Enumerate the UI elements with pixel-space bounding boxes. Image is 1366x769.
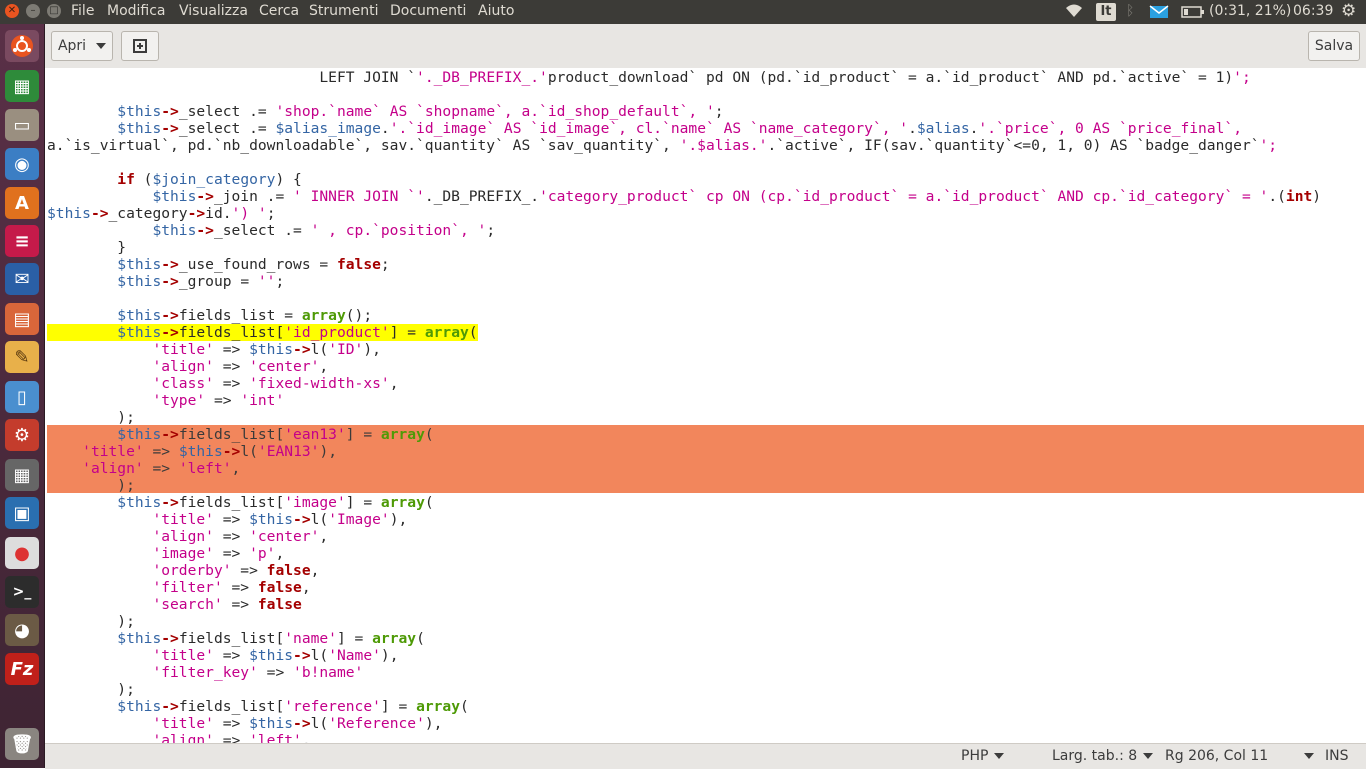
filezilla-icon[interactable]: Fz <box>5 653 39 685</box>
status-bar: PHP Larg. tab.: 8 Rg 206, Col 11 INS <box>45 743 1366 769</box>
code-line[interactable]: $this->fields_list = array(); <box>47 307 372 324</box>
code-editor[interactable]: LEFT JOIN `'._DB_PREFIX_.'product_downlo… <box>45 68 1366 743</box>
chrome-icon[interactable]: ● <box>5 537 39 569</box>
menu-documenti[interactable]: Documenti <box>390 3 466 19</box>
battery-status[interactable]: (0:31, 21%) <box>1209 3 1291 19</box>
code-line[interactable]: 'title' => $this->l('EAN13'), <box>47 443 337 460</box>
thunderbird-icon[interactable]: ✉ <box>5 263 39 295</box>
calculator-icon[interactable]: ▦ <box>5 459 39 491</box>
libreoffice-calc-icon[interactable]: ▦ <box>5 70 39 102</box>
open-button[interactable]: Apri <box>51 31 113 61</box>
system-settings-icon[interactable]: ⚙ <box>5 419 39 451</box>
menu-aiuto[interactable]: Aiuto <box>478 3 514 19</box>
code-line[interactable]: 'align' => 'center', <box>47 528 328 545</box>
code-line[interactable]: 'title' => $this->l('Reference'), <box>47 715 442 732</box>
code-line[interactable]: } <box>47 239 126 256</box>
language-selector[interactable]: PHP <box>961 748 1005 764</box>
save-button[interactable]: Salva <box>1308 31 1360 61</box>
code-line[interactable]: $this->_group = ''; <box>47 273 284 290</box>
code-line[interactable]: 'align' => 'left', <box>47 732 310 743</box>
code-line[interactable]: 'title' => $this->l('Image'), <box>47 511 407 528</box>
code-line[interactable]: ); <box>47 409 135 426</box>
chevron-down-icon <box>96 43 107 49</box>
keyboard-layout-indicator[interactable]: It <box>1096 3 1116 21</box>
code-line[interactable]: $this->fields_list['id_product'] = array… <box>47 324 478 341</box>
close-window-button[interactable]: ✕ <box>5 4 19 18</box>
code-line[interactable]: 'orderby' => false, <box>47 562 319 579</box>
code-line[interactable]: $this->fields_list['name'] = array( <box>47 630 425 647</box>
wifi-icon[interactable] <box>1064 3 1084 23</box>
language-label: PHP <box>961 748 989 764</box>
code-line[interactable]: $this->_select .= $alias_image.'.`id_ima… <box>47 120 1242 137</box>
code-line[interactable]: 'align' => 'center', <box>47 358 328 375</box>
code-line[interactable]: $this->fields_list['image'] = array( <box>47 494 433 511</box>
code-line[interactable]: 'filter_key' => 'b!name' <box>47 664 363 681</box>
code-line[interactable]: 'title' => $this->l('ID'), <box>47 341 381 358</box>
new-document-icon <box>133 39 147 53</box>
chromium-icon[interactable]: ◉ <box>5 148 39 180</box>
terminal-icon[interactable]: >_ <box>5 576 39 608</box>
menu-modifica[interactable]: Modifica <box>107 3 166 19</box>
cursor-position[interactable]: Rg 206, Col 11 <box>1165 748 1315 764</box>
text-editor-icon[interactable]: ✎ <box>5 341 39 373</box>
tab-width-label: Larg. tab.: 8 <box>1052 748 1138 764</box>
code-line[interactable]: ); <box>47 477 135 494</box>
dash-icon[interactable] <box>5 30 39 62</box>
trash-icon[interactable]: 🗑 <box>5 728 39 760</box>
document-viewer-icon[interactable]: ▤ <box>5 303 39 335</box>
minimize-window-button[interactable]: – <box>26 4 40 18</box>
cursor-position-label: Rg 206, Col 11 <box>1165 748 1269 764</box>
code-line[interactable]: 'filter' => false, <box>47 579 310 596</box>
code-line[interactable]: 'type' => 'int' <box>47 392 284 409</box>
code-line[interactable]: 'title' => $this->l('Name'), <box>47 647 398 664</box>
code-line[interactable]: 'search' => false <box>47 596 301 613</box>
code-line[interactable]: $this->fields_list['reference'] = array( <box>47 698 469 715</box>
code-line[interactable]: $this->_select .= ' , cp.`position`, '; <box>47 222 495 239</box>
gimp-icon[interactable]: ◕ <box>5 614 39 646</box>
chevron-down-icon <box>994 753 1005 759</box>
app-red-icon[interactable]: ≡ <box>5 225 39 257</box>
code-line[interactable]: 'align' => 'left', <box>47 460 240 477</box>
menu-cerca[interactable]: Cerca <box>259 3 299 19</box>
chevron-down-icon <box>1143 753 1154 759</box>
clock[interactable]: 06:39 <box>1293 3 1333 19</box>
maximize-window-button[interactable]: □ <box>47 4 61 18</box>
menu-file[interactable]: File <box>71 3 94 19</box>
bluetooth-icon[interactable]: ᛒ <box>1126 3 1134 19</box>
menu-strumenti[interactable]: Strumenti <box>309 3 379 19</box>
code-line[interactable]: $this->fields_list['ean13'] = array( <box>47 426 433 443</box>
top-panel: ✕ – □ File Modifica Visualizza Cerca Str… <box>0 0 1366 24</box>
new-document-button[interactable] <box>121 31 159 61</box>
remote-app-icon[interactable]: ▣ <box>5 497 39 529</box>
code-line[interactable]: LEFT JOIN `'._DB_PREFIX_.'product_downlo… <box>47 69 1250 86</box>
open-label: Apri <box>57 38 87 54</box>
code-line[interactable]: a.`is_virtual`, pd.`nb_downloadable`, sa… <box>47 137 1277 154</box>
document-app-icon[interactable]: ▯ <box>5 381 39 413</box>
battery-icon[interactable] <box>1181 6 1205 22</box>
files-icon[interactable]: ▭ <box>5 109 39 141</box>
code-line[interactable]: $this->_select .= 'shop.`name` AS `shopn… <box>47 103 723 120</box>
insert-mode: INS <box>1325 748 1349 764</box>
code-line[interactable]: ); <box>47 613 135 630</box>
code-line[interactable]: ); <box>47 681 135 698</box>
toolbar: Apri Salva <box>45 24 1366 69</box>
chevron-down-icon <box>1304 753 1315 759</box>
software-center-icon[interactable]: A <box>5 187 39 219</box>
settings-gear-icon[interactable]: ⚙ <box>1341 1 1356 21</box>
code-line[interactable]: if ($join_category) { <box>47 171 302 188</box>
code-line[interactable]: $this->_use_found_rows = false; <box>47 256 389 273</box>
launcher: ▦ ▭ ◉ A ≡ ✉ ▤ ✎ ▯ ⚙ ▦ ▣ ● >_ ◕ Fz 🗑 <box>0 24 45 768</box>
mail-icon[interactable] <box>1149 5 1169 23</box>
code-line[interactable]: 'image' => 'p', <box>47 545 284 562</box>
tab-width-selector[interactable]: Larg. tab.: 8 <box>1052 748 1154 764</box>
code-line[interactable]: $this->_join .= ' INNER JOIN `'._DB_PREF… <box>47 188 1321 205</box>
code-line[interactable]: 'class' => 'fixed-width-xs', <box>47 375 398 392</box>
menu-visualizza[interactable]: Visualizza <box>179 3 248 19</box>
code-line[interactable]: $this->_category->id.') '; <box>47 205 275 222</box>
